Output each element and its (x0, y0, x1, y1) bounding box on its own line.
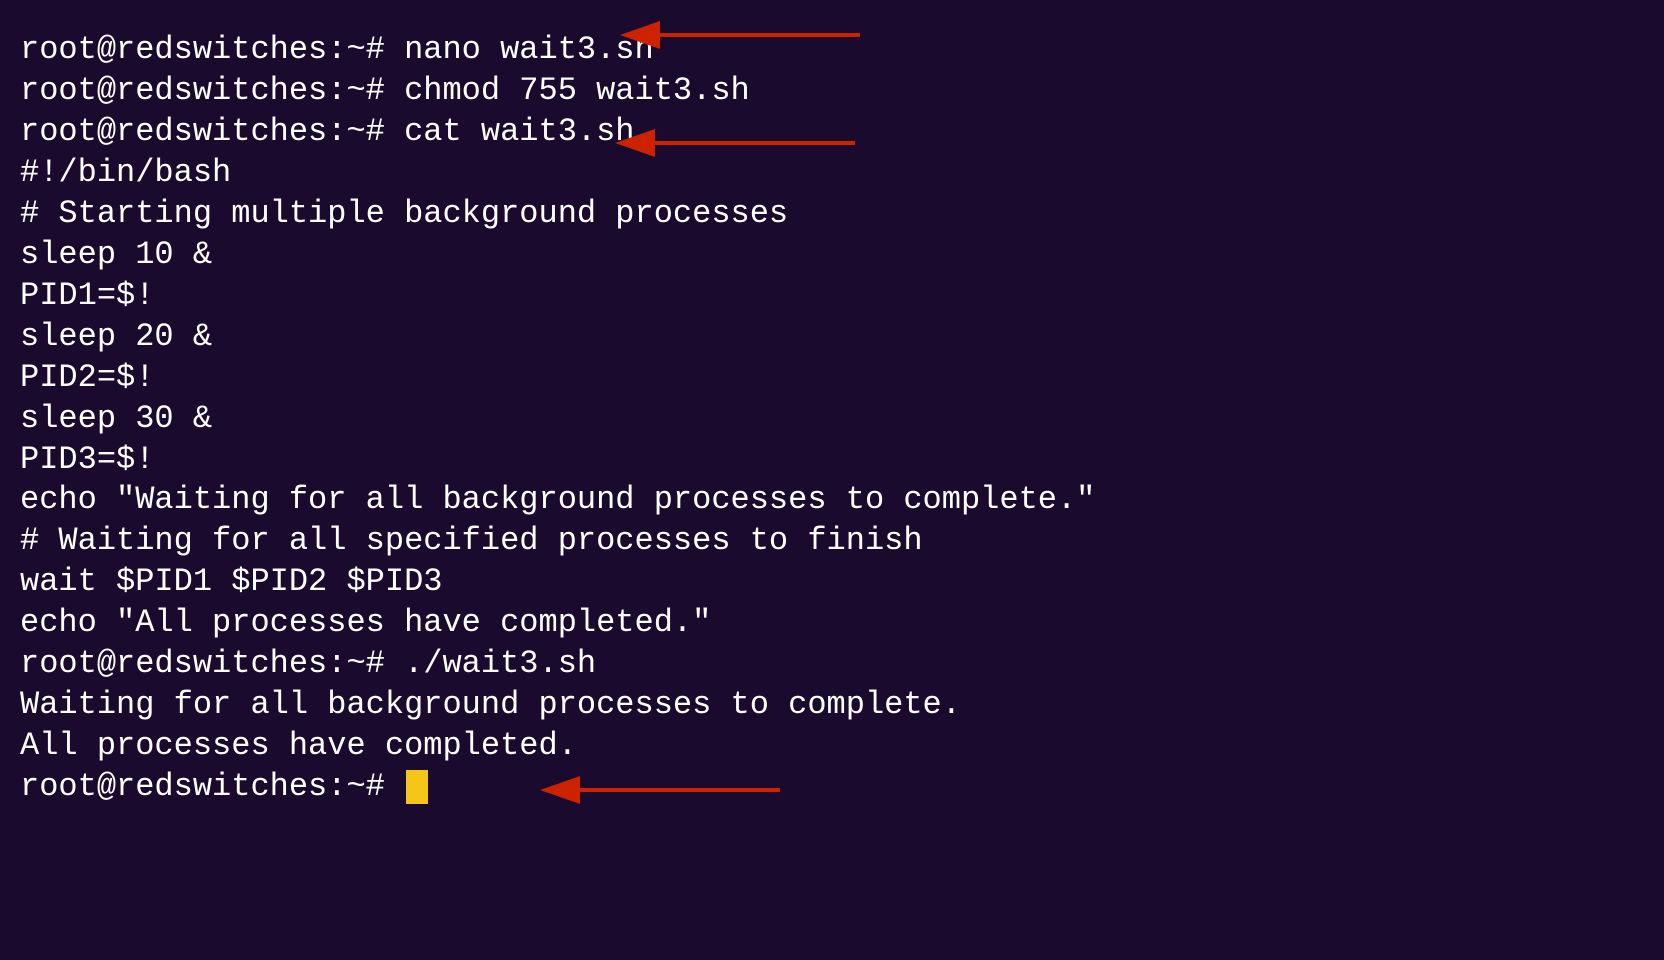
terminal-line: sleep 10 & (20, 235, 1644, 276)
terminal-line: PID2=$! (20, 358, 1644, 399)
terminal-line: Waiting for all background processes to … (20, 685, 1644, 726)
terminal-line: All processes have completed. (20, 726, 1644, 767)
terminal-line: # Starting multiple background processes (20, 194, 1644, 235)
terminal-line: root@redswitches:~# chmod 755 wait3.sh (20, 71, 1644, 112)
terminal-cursor (406, 770, 428, 804)
arrow-cat (645, 118, 865, 173)
arrow-nano (650, 10, 870, 65)
terminal-line: PID1=$! (20, 276, 1644, 317)
arrow-run (570, 765, 790, 820)
terminal-line: wait $PID1 $PID2 $PID3 (20, 562, 1644, 603)
terminal-line: root@redswitches:~# ./wait3.sh (20, 644, 1644, 685)
terminal-line: sleep 30 & (20, 399, 1644, 440)
terminal-line: echo "Waiting for all background process… (20, 480, 1644, 521)
terminal-window: root@redswitches:~# nano wait3.shroot@re… (0, 0, 1664, 960)
terminal-line: # Waiting for all specified processes to… (20, 521, 1644, 562)
terminal-line: root@redswitches:~# (20, 767, 1644, 808)
terminal-line: PID3=$! (20, 440, 1644, 481)
terminal-line: sleep 20 & (20, 317, 1644, 358)
terminal-line: echo "All processes have completed." (20, 603, 1644, 644)
